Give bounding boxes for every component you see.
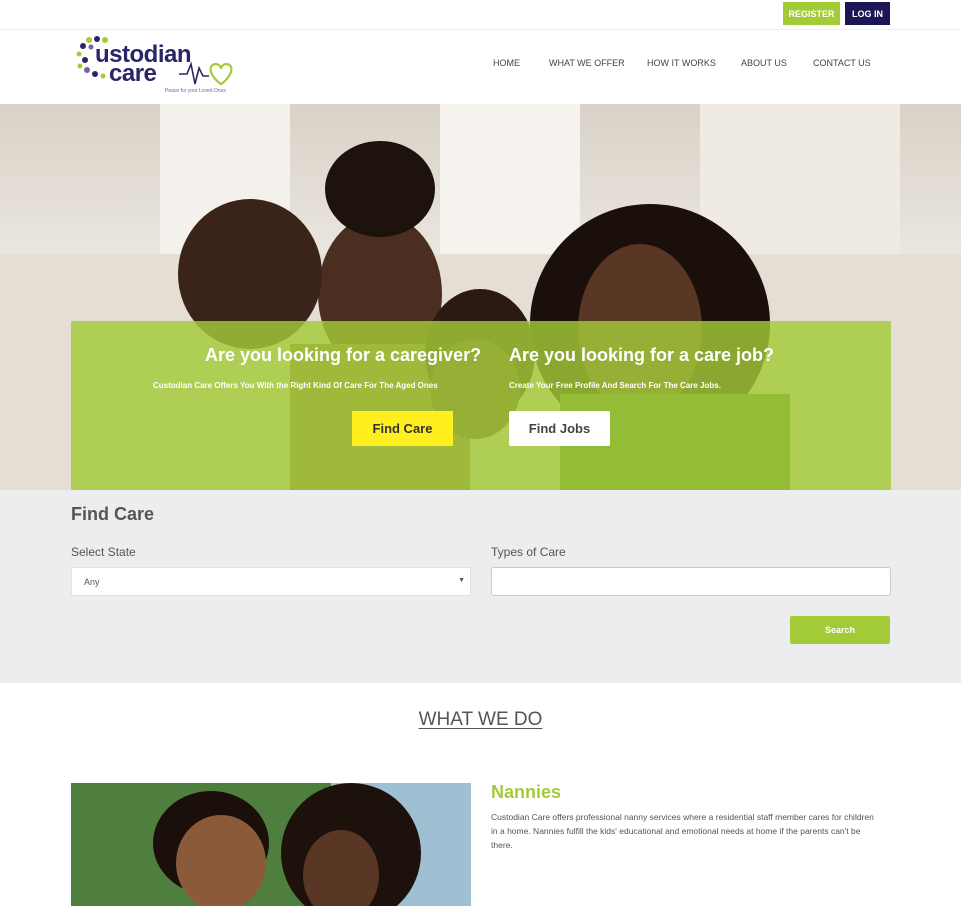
site-header: ustodian care Peace for your Loved Ones … (0, 30, 961, 104)
find-care-button[interactable]: Find Care (352, 411, 453, 446)
logo-wordmark-line2: care (109, 60, 157, 87)
select-state-dropdown[interactable]: Any ▼ (71, 567, 471, 596)
hero-cta-panel: Are you looking for a caregiver? Custodi… (71, 321, 891, 490)
select-state-label: Select State (71, 545, 136, 559)
dropdown-arrow-icon: ▼ (458, 577, 465, 584)
custodian-care-logo[interactable]: ustodian care Peace for your Loved Ones (75, 36, 250, 98)
nav-what-we-offer[interactable]: WHAT WE OFFER (549, 58, 625, 68)
nav-contact-us[interactable]: CONTACT US (813, 58, 871, 68)
nannies-title: Nannies (491, 782, 562, 802)
types-of-care-label: Types of Care (491, 545, 566, 559)
nav-about-us[interactable]: ABOUT US (741, 58, 787, 68)
what-we-do-section: WHAT WE DO Nannies Custodian Care offers… (0, 683, 961, 906)
what-we-do-heading: WHAT WE DO (0, 709, 961, 731)
nav-home[interactable]: HOME (493, 58, 520, 68)
caregiver-subtext: Custodian Care Offers You With the Right… (153, 381, 438, 390)
care-job-heading: Are you looking for a care job? (509, 345, 775, 365)
nannies-description: Custodian Care offers professional nanny… (491, 812, 874, 850)
find-jobs-button[interactable]: Find Jobs (509, 411, 610, 446)
search-button[interactable]: Search (790, 616, 890, 644)
nanny-photo-art (71, 783, 471, 906)
nanny-photo (71, 783, 471, 906)
register-button[interactable]: REGISTER (783, 2, 840, 25)
nav-how-it-works[interactable]: HOW IT WORKS (647, 58, 716, 68)
types-of-care-input[interactable] (491, 567, 891, 596)
login-button[interactable]: LOG IN (845, 2, 890, 25)
care-job-subtext: Create Your Free Profile And Search For … (509, 381, 721, 390)
caregiver-heading: Are you looking for a caregiver? (205, 345, 482, 365)
logo-tagline: Peace for your Loved Ones (165, 88, 226, 94)
hero-banner: Are you looking for a caregiver? Custodi… (0, 104, 961, 490)
what-we-do-title: WHAT WE DO (418, 709, 543, 730)
top-bar: REGISTER LOG IN (0, 0, 961, 30)
find-care-search-section: Find Care Select State Any ▼ Types of Ca… (0, 490, 961, 683)
find-care-title: Find Care (71, 504, 155, 524)
select-state-value: Any (84, 576, 100, 587)
